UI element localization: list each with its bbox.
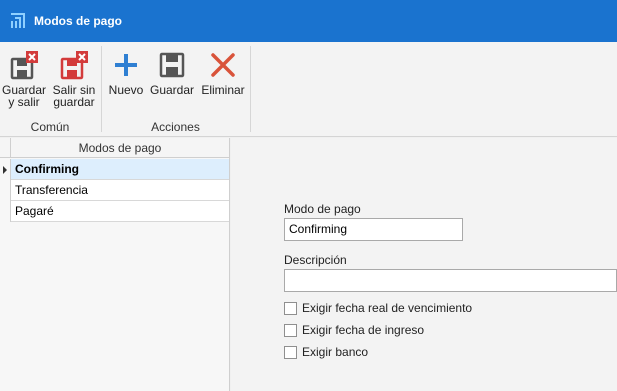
table-row[interactable]: Confirming bbox=[0, 159, 229, 180]
modo-de-pago-label: Modo de pago bbox=[284, 202, 361, 216]
checkbox-exigir-banco[interactable]: Exigir banco bbox=[284, 344, 368, 360]
checkbox-exigir-fecha-ingreso[interactable]: Exigir fecha de ingreso bbox=[284, 322, 424, 338]
table-row[interactable]: Transferencia bbox=[0, 180, 229, 201]
plus-icon bbox=[115, 54, 137, 76]
checkbox-label: Exigir fecha de ingreso bbox=[302, 323, 425, 337]
ribbon-group-divider bbox=[250, 46, 251, 132]
detail-form: Modo de pago Confirming Descripción Exig… bbox=[231, 138, 617, 391]
new-button-label: Nuevo bbox=[108, 83, 144, 97]
payment-modes-grid: Modos de pago Confirming Transferencia P… bbox=[0, 138, 230, 391]
delete-button-label: Eliminar bbox=[201, 83, 245, 97]
checkbox-box[interactable] bbox=[284, 345, 297, 359]
row-indicator-header bbox=[0, 138, 11, 158]
checkbox-label: Exigir banco bbox=[302, 345, 369, 359]
checkbox-label: Exigir fecha real de vencimiento bbox=[302, 301, 473, 315]
ribbon-group-label-comun: Común bbox=[30, 120, 70, 134]
table-row[interactable]: Pagaré bbox=[0, 201, 229, 222]
current-row-arrow-icon bbox=[3, 166, 7, 174]
column-header-modos-de-pago[interactable]: Modos de pago bbox=[11, 138, 229, 158]
save-exit-icon bbox=[10, 51, 38, 80]
row-indicator bbox=[0, 180, 11, 201]
row-indicator bbox=[0, 159, 11, 180]
table-cell[interactable]: Pagaré bbox=[11, 201, 229, 222]
window-title: Modos de pago bbox=[34, 14, 122, 28]
table-cell[interactable]: Confirming bbox=[11, 159, 229, 180]
checkbox-box[interactable] bbox=[284, 323, 297, 337]
ribbon-group-label-acciones: Acciones bbox=[151, 120, 200, 134]
row-indicator bbox=[0, 201, 11, 222]
title-bar: Modos de pago bbox=[0, 0, 617, 42]
checkbox-box[interactable] bbox=[284, 301, 297, 315]
descripcion-field[interactable] bbox=[284, 269, 617, 292]
checkbox-exigir-fecha-real-vencimiento[interactable]: Exigir fecha real de vencimiento bbox=[284, 300, 472, 316]
floppy-disk-icon bbox=[159, 52, 185, 78]
exit-without-saving-label-line2: guardar bbox=[53, 95, 95, 109]
modo-de-pago-field[interactable]: Confirming bbox=[284, 218, 463, 241]
exit-without-saving-button[interactable]: Salir sin guardar bbox=[50, 50, 98, 108]
ribbon-toolbar: Guardar y salir Salir sin guardar Nuevo … bbox=[0, 42, 617, 137]
save-and-exit-button[interactable]: Guardar y salir bbox=[2, 50, 46, 108]
table-cell[interactable]: Transferencia bbox=[11, 180, 229, 201]
save-button[interactable]: Guardar bbox=[149, 50, 195, 96]
new-button[interactable]: Nuevo bbox=[106, 50, 146, 96]
grid-header: Modos de pago bbox=[0, 138, 229, 158]
save-button-label: Guardar bbox=[149, 83, 195, 97]
delete-x-icon bbox=[211, 53, 235, 77]
delete-button[interactable]: Eliminar bbox=[199, 50, 247, 96]
save-and-exit-label-line2: y salir bbox=[8, 95, 40, 109]
app-logo-icon bbox=[11, 13, 25, 28]
descripcion-label: Descripción bbox=[284, 253, 347, 267]
exit-no-save-icon bbox=[60, 51, 88, 80]
